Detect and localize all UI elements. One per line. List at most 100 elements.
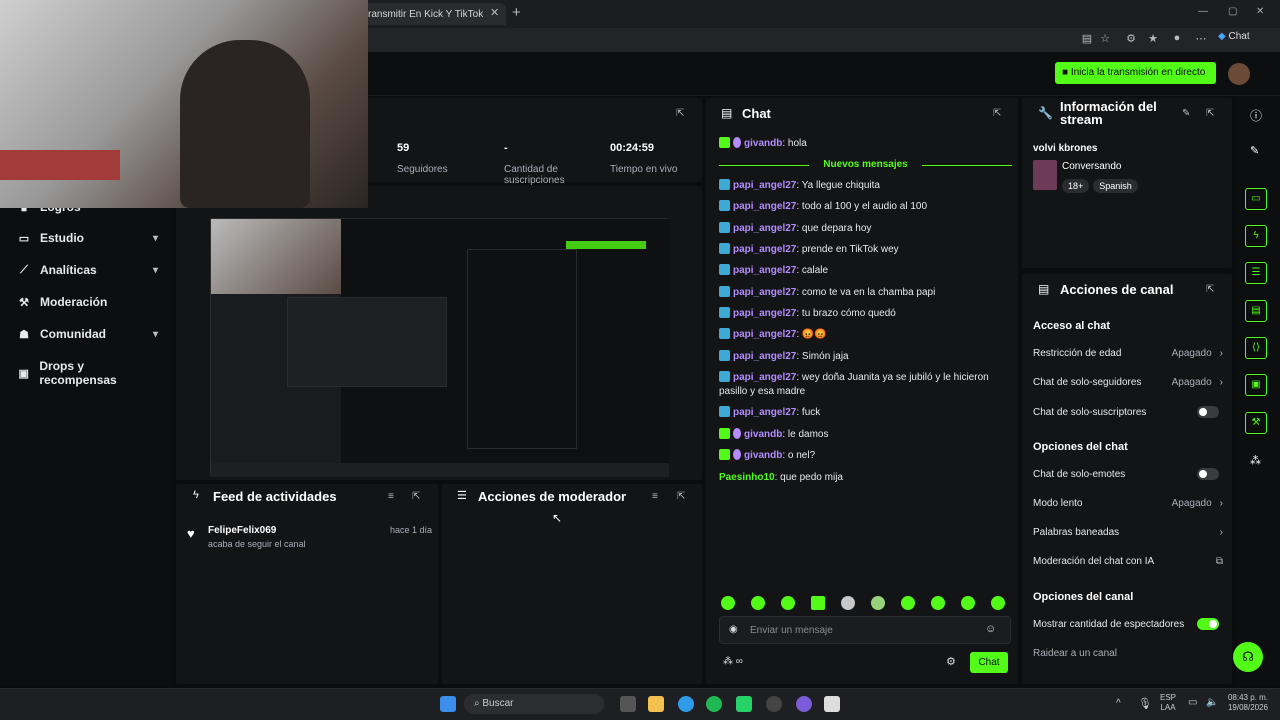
popout-icon[interactable]: ⇱ <box>1206 108 1214 119</box>
maximize-icon[interactable]: ▢ <box>1228 6 1237 17</box>
rail-chat-button[interactable]: ▤ <box>1245 300 1267 322</box>
emote-icon[interactable] <box>811 596 825 610</box>
rail-code-button[interactable]: ⟨⟩ <box>1245 337 1267 359</box>
kick-points-icon[interactable]: ⁂ ∞ <box>723 656 743 667</box>
chat-username[interactable]: givandb <box>744 138 782 149</box>
chat-username[interactable]: papi_angel27 <box>733 201 796 212</box>
emote-icon[interactable] <box>781 596 795 610</box>
new-tab-icon[interactable]: + <box>512 4 521 21</box>
emoji-picker-icon[interactable]: ☺ <box>985 623 996 635</box>
more-icon[interactable]: ⋯ <box>1194 32 1208 46</box>
windows-start-icon[interactable] <box>440 696 456 712</box>
sidebar-item-comunidad[interactable]: ☗ Comunidad ▾ <box>18 327 158 341</box>
info-icon[interactable]: ⓘ <box>1250 107 1262 124</box>
popout-icon[interactable]: ⇱ <box>677 491 685 502</box>
chat-settings-badge-icon[interactable]: ◉ <box>729 624 738 635</box>
chat-username[interactable]: papi_angel27 <box>733 265 796 276</box>
edit-icon[interactable]: ✎ <box>1182 108 1190 119</box>
chat-username[interactable]: papi_angel27 <box>733 308 796 319</box>
support-headset-icon[interactable]: ☊ <box>1233 642 1263 672</box>
sidebar-item-analiticas[interactable]: ⟋ Analíticas ▾ <box>18 263 158 277</box>
taskbar-search[interactable]: ⌕ Buscar <box>464 694 604 714</box>
slow-mode-row[interactable]: Modo lento Apagado › <box>1033 498 1223 509</box>
chat-username[interactable]: papi_angel27 <box>733 329 796 340</box>
notepad-icon[interactable] <box>824 696 840 712</box>
edge-icon[interactable] <box>678 696 694 712</box>
og-badge-icon <box>719 200 730 211</box>
rail-stats-button[interactable]: ▭ <box>1245 188 1267 210</box>
chat-username[interactable]: papi_angel27 <box>733 287 796 298</box>
analytics-icon: ⟋ <box>20 264 28 276</box>
chat-message-input[interactable]: Enviar un mensaje <box>719 616 1011 644</box>
new-messages-divider[interactable]: Nuevos mensajes <box>719 159 1012 171</box>
filter-icon[interactable]: ≡ <box>652 491 658 502</box>
language-indicator[interactable]: ESP LAA <box>1160 693 1176 713</box>
pencil-icon[interactable]: ✎ <box>1250 144 1259 157</box>
popout-icon[interactable]: ⇱ <box>676 108 684 119</box>
spotify-icon[interactable] <box>706 696 722 712</box>
minimize-icon[interactable]: — <box>1198 6 1208 17</box>
favorites-icon[interactable]: ★ <box>1146 32 1160 46</box>
copilot-chat-button[interactable]: ◆ Chat <box>1218 31 1250 42</box>
user-avatar[interactable] <box>1228 63 1250 85</box>
emotes-only-toggle[interactable] <box>1197 468 1219 480</box>
activity-user[interactable]: FelipeFelix069 <box>208 525 276 536</box>
microphone-icon[interactable]: 🎙 <box>1138 697 1152 710</box>
chat-username[interactable]: papi_angel27 <box>733 351 796 362</box>
send-chat-button[interactable]: Chat <box>970 652 1008 673</box>
close-window-icon[interactable]: ✕ <box>1256 6 1264 17</box>
raid-row[interactable]: Raidear a un canal <box>1033 648 1223 659</box>
profile-icon[interactable]: ● <box>1170 32 1184 46</box>
popout-icon[interactable]: ⇱ <box>993 108 1001 119</box>
chat-username[interactable]: papi_angel27 <box>733 180 796 191</box>
go-live-button[interactable]: ■ Inicia la transmisión en directo <box>1055 62 1216 84</box>
file-explorer-icon[interactable] <box>648 696 664 712</box>
rail-tools-button[interactable]: ⚒ <box>1245 412 1267 434</box>
emote-icon[interactable] <box>931 596 945 610</box>
ai-moderation-row[interactable]: Moderación del chat con IA ⧉ <box>1033 556 1223 567</box>
banned-words-row[interactable]: Palabras baneadas › <box>1033 527 1223 538</box>
popout-icon[interactable]: ⇱ <box>412 491 420 502</box>
chat-username[interactable]: papi_angel27 <box>733 223 796 234</box>
chat-username[interactable]: papi_angel27 <box>733 407 796 418</box>
volume-icon[interactable]: 🔈 <box>1206 697 1218 708</box>
clock[interactable]: 08:43 p. m. 19/08/2026 <box>1222 693 1268 713</box>
network-icon[interactable]: ▭ <box>1188 697 1197 708</box>
obs-icon[interactable] <box>766 696 782 712</box>
whatsapp-icon[interactable] <box>736 696 752 712</box>
app-icon[interactable] <box>796 696 812 712</box>
age-restriction-row[interactable]: Restricción de edad Apagado › <box>1033 348 1223 359</box>
chat-username[interactable]: givandb <box>744 450 782 461</box>
layout-icon[interactable]: ⁂ <box>1250 454 1261 467</box>
followers-only-row[interactable]: Chat de solo-seguidores Apagado › <box>1033 377 1223 388</box>
close-tab-icon[interactable]: ✕ <box>490 6 499 19</box>
reader-icon[interactable]: ▤ <box>1080 32 1094 46</box>
emote-icon[interactable] <box>751 596 765 610</box>
emote-icon[interactable] <box>871 596 885 610</box>
emote-icon[interactable] <box>721 596 735 610</box>
rail-activity-button[interactable]: ϟ <box>1245 225 1267 247</box>
emote-icon[interactable] <box>961 596 975 610</box>
emote-icon[interactable] <box>991 596 1005 610</box>
chat-username[interactable]: Paesinho10 <box>719 472 775 483</box>
gear-icon[interactable]: ⚙ <box>946 655 956 668</box>
show-viewers-toggle[interactable] <box>1197 618 1219 630</box>
tray-chevron-icon[interactable]: ^ <box>1116 698 1121 709</box>
sidebar-item-estudio[interactable]: ▭ Estudio ▾ <box>18 231 158 245</box>
subs-only-toggle[interactable] <box>1197 406 1219 418</box>
sidebar-item-drops[interactable]: ▣ Drops y recompensas <box>18 359 158 387</box>
filter-icon[interactable]: ≡ <box>388 491 394 502</box>
chat-username[interactable]: givandb <box>744 429 782 440</box>
chat-username[interactable]: papi_angel27 <box>733 372 796 383</box>
rail-modactions-button[interactable]: ☰ <box>1245 262 1267 284</box>
emote-icon[interactable] <box>901 596 915 610</box>
task-view-icon[interactable] <box>620 696 636 712</box>
popout-icon[interactable]: ⇱ <box>1206 284 1214 295</box>
browser-tab[interactable]: ransmitir En Kick Y TikTok <box>360 3 506 25</box>
sidebar-item-moderacion[interactable]: ⚒ Moderación <box>18 295 158 309</box>
extensions-icon[interactable]: ⚙ <box>1124 32 1138 46</box>
chat-username[interactable]: papi_angel27 <box>733 244 796 255</box>
star-icon[interactable]: ☆ <box>1098 32 1112 46</box>
rail-channel-button[interactable]: ▣ <box>1245 374 1267 396</box>
emote-icon[interactable] <box>841 596 855 610</box>
